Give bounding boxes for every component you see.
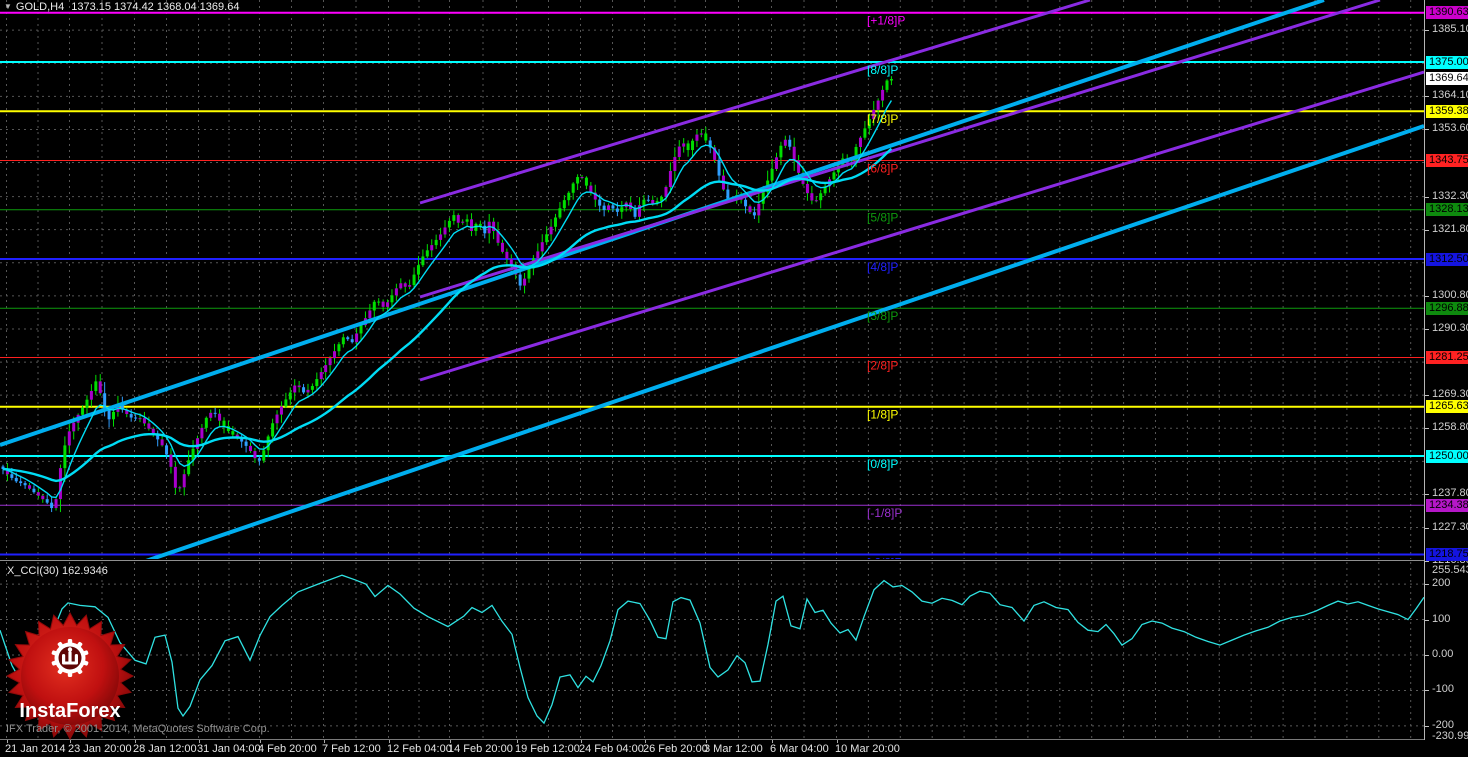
grid-horizontal-layer: [0, 29, 1424, 529]
murrey-lines-layer: [0, 11, 1424, 556]
mt4-chart-window: [+1/8]P [8/8]P [7/8]P [6/8]P [5/8]P [4/8]P [3/…: [0, 0, 1468, 757]
cci-tick-mark: [1425, 619, 1429, 621]
price-tick-mark: [1425, 494, 1429, 496]
cci-tick-mark: [1425, 690, 1429, 692]
time-tick-label: 14 Feb 20:00: [448, 743, 513, 755]
price-level-chip: 1218.75: [1426, 548, 1468, 561]
cci-tick-mark: [1425, 584, 1429, 586]
time-tick-label: 3 Mar 12:00: [704, 743, 763, 755]
cci-max-label: 255.5434: [1432, 564, 1468, 576]
time-tick-label: 7 Feb 12:00: [322, 743, 381, 755]
cci-grid-vertical-layer: [6, 562, 1412, 739]
price-tick-label: 1269.30: [1432, 388, 1468, 401]
trendlines-layer[interactable]: [0, 0, 1424, 559]
murrey-label: [4/8]P: [867, 260, 898, 274]
price-axis[interactable]: 1385.10 1364.10 1353.60 1332.30 1321.80 1300.…: [1424, 0, 1468, 742]
murrey-label: [-1/8]P: [867, 506, 902, 520]
time-tick-label: 24 Feb 04:00: [579, 743, 644, 755]
cci-tick-label: 0.00: [1432, 648, 1454, 660]
pane-separator[interactable]: [0, 560, 1468, 561]
time-tick-label: 19 Feb 12:00: [515, 743, 580, 755]
murrey-label: [6/8]P: [867, 162, 898, 176]
time-tick-label: 28 Jan 12:00: [133, 743, 197, 755]
murrey-label: [7/8]P: [867, 112, 898, 126]
logo-text: InstaForex: [19, 700, 120, 722]
grid-vertical-layer: [6, 0, 1412, 559]
price-tick-label: 1321.80: [1432, 222, 1468, 235]
cci-indicator-pane[interactable]: [0, 562, 1424, 739]
price-chart-pane[interactable]: [+1/8]P [8/8]P [7/8]P [6/8]P [5/8]P [4/8]P [3/…: [0, 0, 1424, 559]
price-tick-mark: [1425, 527, 1429, 529]
cci-indicator-label: X_CCI(30) 162.9346: [7, 565, 108, 577]
moving-average-line: [2, 147, 893, 483]
price-level-chip: 1234.38: [1426, 498, 1468, 512]
cci-chart-svg: [0, 562, 1424, 739]
price-tick-mark: [1425, 96, 1429, 98]
murrey-label: [0/8]P: [867, 457, 898, 471]
price-tick-mark: [1425, 129, 1429, 131]
price-tick-label: 1258.80: [1432, 421, 1468, 434]
price-level-chip: 1312.50: [1426, 252, 1468, 266]
price-level-chip: 1390.63: [1426, 6, 1468, 20]
violet-line-upper: [419, 0, 1091, 205]
time-tick-label: 26 Feb 20:00: [643, 743, 708, 755]
price-tick-label: 1332.30: [1432, 189, 1468, 202]
price-tick-label: 1300.80: [1432, 288, 1468, 301]
murrey-label: [+1/8]P: [867, 14, 905, 28]
price-level-chip: 1281.25: [1426, 351, 1468, 364]
cci-grid-horizontal-layer: [0, 583, 1424, 727]
price-tick-mark: [1425, 30, 1429, 32]
price-level-chip: 1328.13: [1426, 203, 1468, 217]
price-level-chip: 1369.64: [1426, 72, 1468, 86]
murrey-label: [2/8]P: [867, 359, 898, 373]
price-level-chip: 1375.00: [1426, 55, 1468, 69]
cci-tick-label: 200: [1432, 577, 1451, 590]
price-level-chip: 1265.63: [1426, 400, 1468, 414]
time-tick-label: 6 Mar 04:00: [770, 743, 829, 755]
price-level-chip: 1250.00: [1426, 449, 1468, 463]
price-tick-mark: [1425, 229, 1429, 231]
price-tick-label: 1290.30: [1432, 321, 1468, 334]
price-chart-svg: [+1/8]P [8/8]P [7/8]P [6/8]P [5/8]P [4/8]P [3/…: [0, 0, 1424, 559]
symbol-period-label: GOLD,H4: [15, 1, 65, 13]
price-tick-label: 1385.10: [1432, 23, 1468, 36]
time-tick-label: 4 Feb 20:00: [258, 743, 317, 755]
cci-tick-mark: [1425, 655, 1429, 656]
price-tick-mark: [1425, 328, 1429, 330]
time-tick-label: 23 Jan 20:00: [68, 743, 132, 755]
time-axis[interactable]: 21 Jan 2014 23 Jan 20:00 28 Jan 12:00 31 Ja…: [0, 740, 1468, 757]
price-level-chip: 1343.75: [1426, 154, 1468, 167]
price-tick-label: 1237.80: [1432, 487, 1468, 500]
price-tick-mark: [1425, 428, 1429, 430]
murrey-label: [1/8]P: [867, 408, 898, 422]
price-tick-label: 1364.10: [1432, 89, 1468, 102]
time-tick-label: 12 Feb 04:00: [387, 743, 452, 755]
murrey-labels-layer: [+1/8]P [8/8]P [7/8]P [6/8]P [5/8]P [4/8]P [3/…: [867, 14, 905, 559]
price-tick-label: 1353.60: [1432, 122, 1468, 135]
price-level-chip: 1359.38: [1426, 104, 1468, 118]
violet-line-lower: [419, 70, 1424, 382]
murrey-label: [-2/8]P: [867, 556, 902, 560]
price-tick-label: 1227.30: [1432, 520, 1468, 533]
cci-tick-label: 100: [1432, 612, 1451, 625]
symbol-marker-icon: ▼: [4, 2, 12, 11]
chart-title: ▼ GOLD,H4 1373.15 1374.42 1368.04 1369.64: [4, 1, 239, 13]
cci-tick-mark: [1425, 725, 1429, 727]
murrey-label: [5/8]P: [867, 211, 898, 225]
price-tick-mark: [1425, 196, 1429, 198]
ohlc-values: 1373.15 1374.42 1368.04 1369.64: [71, 1, 240, 13]
murrey-label: [8/8]P: [867, 63, 898, 77]
time-tick-label: 31 Jan 04:00: [197, 743, 261, 755]
price-tick-mark: [1425, 295, 1429, 297]
time-tick-label: 21 Jan 2014: [5, 743, 66, 755]
price-level-chip: 1296.88: [1426, 301, 1468, 315]
price-tick-mark: [1425, 395, 1429, 397]
platform-watermark: IFX Trader, © 2001-2014, MetaQuotes Soft…: [6, 723, 270, 735]
cci-line: [0, 574, 1424, 725]
cci-tick-label: -100: [1432, 683, 1455, 696]
murrey-label: [3/8]P: [867, 309, 898, 323]
time-tick-label: 10 Mar 20:00: [835, 743, 900, 755]
